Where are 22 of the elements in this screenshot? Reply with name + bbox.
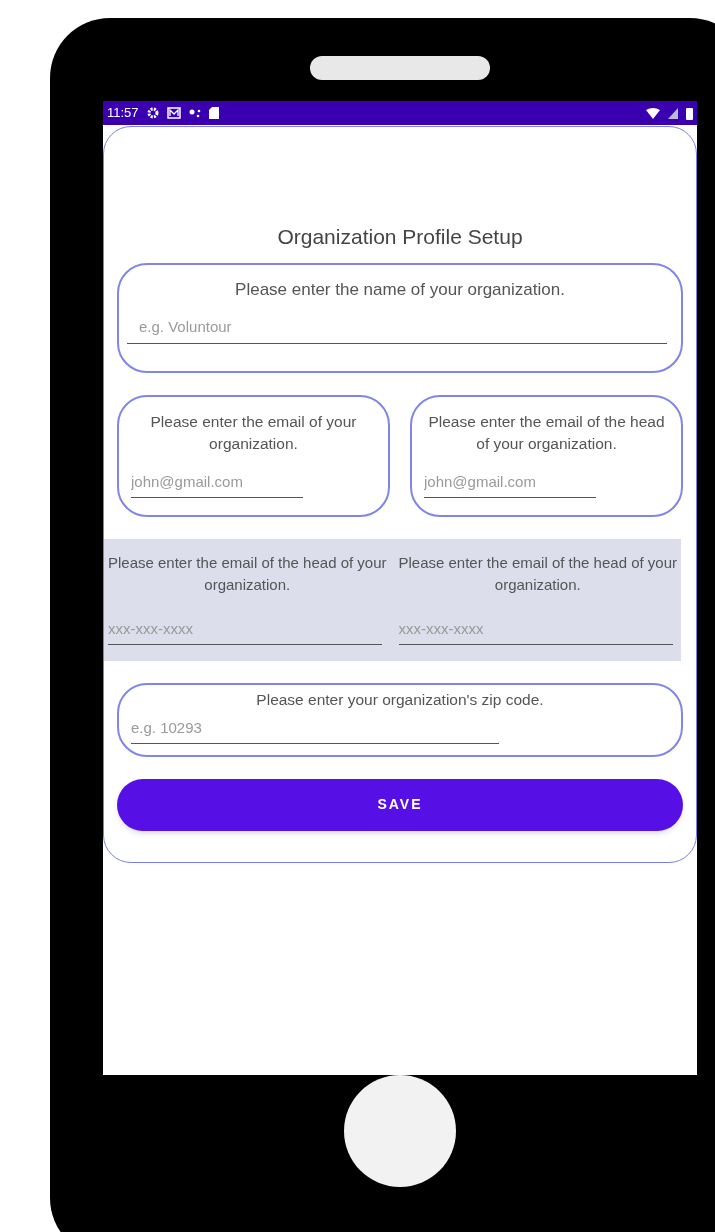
speaker-icon	[310, 56, 490, 80]
text-input[interactable]: john@gmail.com	[131, 470, 303, 498]
signal-icon	[668, 107, 678, 119]
page-title: Organization Profile Setup	[276, 224, 524, 250]
field-label: Please enter the email of the head of your organization.	[397, 552, 678, 595]
field-label: Please enter the name of your organization.	[234, 278, 566, 301]
text-input[interactable]: e.g. Voluntour	[127, 316, 667, 344]
field-label: Please enter the email of the head of your organization.	[427, 411, 666, 454]
text-input[interactable]: e.g. 10293	[131, 716, 499, 745]
field-label: Please enter your organization's zip code.	[255, 689, 545, 710]
wifi-icon	[646, 107, 660, 119]
sd-card-icon	[208, 107, 219, 119]
mail-icon	[166, 107, 181, 119]
save-button[interactable]: SAVE	[117, 778, 683, 831]
field-label: Please enter the email of the head of your organization.	[107, 552, 388, 595]
text-input[interactable]: xxx-xxx-xxxx	[398, 617, 673, 645]
status-time: 11:57	[107, 104, 139, 123]
text-input[interactable]: john@gmail.com	[424, 470, 596, 498]
battery-icon	[686, 106, 693, 120]
field-label: Please enter the email of your organization.	[149, 411, 358, 454]
dots-icon	[188, 107, 201, 119]
text-input[interactable]: xxx-xxx-xxxx	[108, 617, 382, 645]
